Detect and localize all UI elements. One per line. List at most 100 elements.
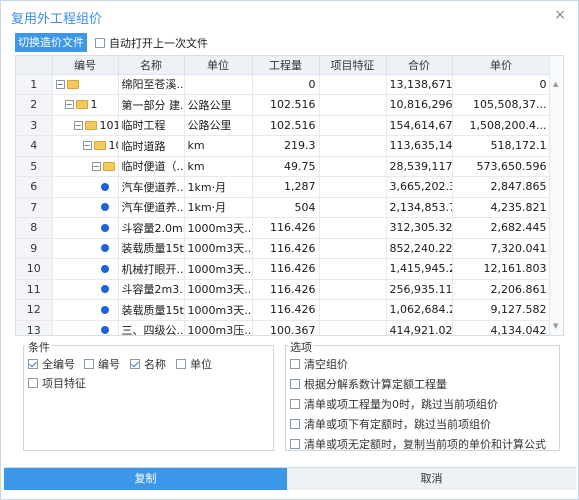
decomposition-factor-checkbox[interactable] xyxy=(290,379,300,389)
condition-code[interactable]: 编号 xyxy=(84,356,120,372)
option-copy-price-formula[interactable]: 清单或项无定额时，复制当前项的单价和计算公式 xyxy=(290,436,546,452)
vertical-scrollbar[interactable]: ▲ ▼ xyxy=(549,56,563,335)
quantity-cell[interactable]: 102.516 xyxy=(252,94,320,116)
name-cell[interactable]: 斗容量2m3... xyxy=(118,279,185,300)
code-cell[interactable]: −1 xyxy=(52,94,119,116)
collapse-toggle-icon[interactable]: − xyxy=(73,120,83,130)
features-cell[interactable] xyxy=(319,156,387,177)
collapse-toggle-icon[interactable]: − xyxy=(91,161,101,171)
code-cell[interactable] xyxy=(52,258,119,280)
unit-price-cell[interactable]: 1,508,200.4... xyxy=(452,115,551,136)
table-row[interactable]: 6 汽车便道养...1km·月1,287 3,665,202.392,847.865 xyxy=(16,176,551,198)
col-header-name[interactable]: 名称 xyxy=(118,56,185,75)
total-cell[interactable]: 414,921.026 xyxy=(386,320,453,335)
copy-price-formula-checkbox[interactable] xyxy=(290,439,300,449)
unit-cell[interactable]: 1000m3天... xyxy=(184,279,253,300)
name-checkbox[interactable] xyxy=(130,359,140,369)
total-cell[interactable]: 13,138,671,... xyxy=(386,74,453,95)
table-row[interactable]: 13 三、四级公...1000m3压...100.367 414,921.0264,… xyxy=(16,320,551,335)
quantity-cell[interactable]: 102.516 xyxy=(252,115,320,136)
total-cell[interactable]: 1,415,945.2... xyxy=(386,258,453,280)
total-cell[interactable]: 28,539,117.... xyxy=(386,156,453,177)
table-row[interactable]: 9 装载质量15t...1000m3天...116.426 852,240.2217… xyxy=(16,238,551,259)
name-cell[interactable]: 临时便道（... xyxy=(118,156,185,177)
name-cell[interactable]: 装载质量15t... xyxy=(118,238,185,259)
col-header-total[interactable]: 合价 xyxy=(386,56,453,75)
code-cell[interactable]: − 101 xyxy=(52,115,119,136)
collapse-toggle-icon[interactable]: − xyxy=(64,100,74,110)
table-row[interactable]: 2−1第一部分 建...公路公里102.51610,816,296,...105… xyxy=(16,94,551,116)
quantity-cell[interactable]: 116.426 xyxy=(252,238,320,259)
unit-price-cell[interactable]: 518,172.1 xyxy=(452,135,551,157)
unit-checkbox[interactable] xyxy=(176,359,186,369)
table-row[interactable]: 7 汽车便道养...1km·月504 2,134,853.7...4,235.821 xyxy=(16,197,551,218)
quantity-cell[interactable]: 504 xyxy=(252,197,320,218)
unit-price-cell[interactable]: 105,508,37... xyxy=(452,94,551,116)
total-cell[interactable]: 113,635,14... xyxy=(386,135,453,157)
features-cell[interactable] xyxy=(319,197,387,218)
code-cell[interactable] xyxy=(52,299,119,321)
quantity-cell[interactable]: 116.426 xyxy=(252,258,320,280)
features-cell[interactable] xyxy=(319,176,387,198)
unit-cell[interactable]: 公路公里 xyxy=(184,115,253,136)
clear-pricing-checkbox[interactable] xyxy=(290,359,300,369)
unit-price-cell[interactable]: 12,161.803 xyxy=(452,258,551,280)
features-cell[interactable] xyxy=(319,320,387,335)
quantity-cell[interactable]: 49.75 xyxy=(252,156,320,177)
features-cell[interactable] xyxy=(319,238,387,259)
unit-price-cell[interactable]: 573,650.596 xyxy=(452,156,551,177)
quantity-cell[interactable]: 116.426 xyxy=(252,217,320,239)
total-cell[interactable]: 852,240.221 xyxy=(386,238,453,259)
collapse-toggle-icon[interactable]: − xyxy=(55,79,65,89)
total-cell[interactable]: 3,665,202.39 xyxy=(386,176,453,198)
code-checkbox[interactable] xyxy=(84,359,94,369)
col-header-code[interactable]: 编号 xyxy=(52,56,119,75)
features-cell[interactable] xyxy=(319,115,387,136)
code-cell[interactable]: − 10 xyxy=(52,135,119,157)
condition-features[interactable]: 项目特征 xyxy=(28,375,86,391)
option-skip-with-quota[interactable]: 清单或项下有定额时，跳过当前项组价 xyxy=(290,416,491,432)
name-cell[interactable]: 第一部分 建... xyxy=(118,94,185,116)
features-cell[interactable] xyxy=(319,217,387,239)
total-cell[interactable]: 2,134,853.7... xyxy=(386,197,453,218)
quantity-cell[interactable]: 0 xyxy=(252,74,320,95)
features-checkbox[interactable] xyxy=(28,378,38,388)
full-code-checkbox[interactable] xyxy=(28,359,38,369)
name-cell[interactable]: 临时道路 xyxy=(118,135,185,157)
code-cell[interactable]: − xyxy=(52,74,119,95)
unit-price-cell[interactable]: 2,847.865 xyxy=(452,176,551,198)
features-cell[interactable] xyxy=(319,94,387,116)
unit-cell[interactable]: 1km·月 xyxy=(184,176,253,198)
features-cell[interactable] xyxy=(319,279,387,300)
total-cell[interactable]: 10,816,296,... xyxy=(386,94,453,116)
unit-cell[interactable]: 公路公里 xyxy=(184,94,253,116)
unit-price-cell[interactable]: 7,320.041 xyxy=(452,238,551,259)
auto-open-checkbox[interactable] xyxy=(95,38,105,48)
scroll-down-icon[interactable]: ▼ xyxy=(553,322,558,330)
copy-button[interactable]: 复制 xyxy=(4,468,287,490)
table-row[interactable]: 4 − 10临时道路km219.3 113,635,14...518,172.1 xyxy=(16,135,551,157)
unit-price-cell[interactable]: 9,127.582 xyxy=(452,299,551,321)
quantity-cell[interactable]: 1,287 xyxy=(252,176,320,198)
option-clear-pricing[interactable]: 清空组价 xyxy=(290,356,348,372)
features-cell[interactable] xyxy=(319,135,387,157)
skip-zero-quantity-checkbox[interactable] xyxy=(290,399,300,409)
unit-cell[interactable]: km xyxy=(184,156,253,177)
option-skip-zero-quantity[interactable]: 清单或项工程量为0时，跳过当前项组价 xyxy=(290,396,498,412)
col-header-features[interactable]: 项目特征 xyxy=(319,56,387,75)
name-cell[interactable]: 机械打眼开... xyxy=(118,258,185,280)
table-row[interactable]: 8 斗容量2.0m...1000m3天...116.426 312,305.3252… xyxy=(16,217,551,239)
unit-cell[interactable]: 1000m3天... xyxy=(184,238,253,259)
option-decomposition-factor[interactable]: 根据分解系数计算定额工程量 xyxy=(290,376,447,392)
code-cell[interactable] xyxy=(52,320,119,335)
code-cell[interactable] xyxy=(52,197,119,218)
unit-price-cell[interactable]: 0 xyxy=(452,74,551,95)
unit-cell[interactable]: 1000m3天... xyxy=(184,299,253,321)
name-cell[interactable]: 斗容量2.0m... xyxy=(118,217,185,239)
unit-cell[interactable]: 1000m3天... xyxy=(184,258,253,280)
auto-open-last-file-option[interactable]: 自动打开上一次文件 xyxy=(95,35,208,51)
cancel-button[interactable]: 取消 xyxy=(287,468,576,490)
quantity-cell[interactable]: 116.426 xyxy=(252,299,320,321)
switch-cost-file-button[interactable]: 切换造价文件 xyxy=(15,33,87,52)
condition-unit[interactable]: 单位 xyxy=(176,356,212,372)
